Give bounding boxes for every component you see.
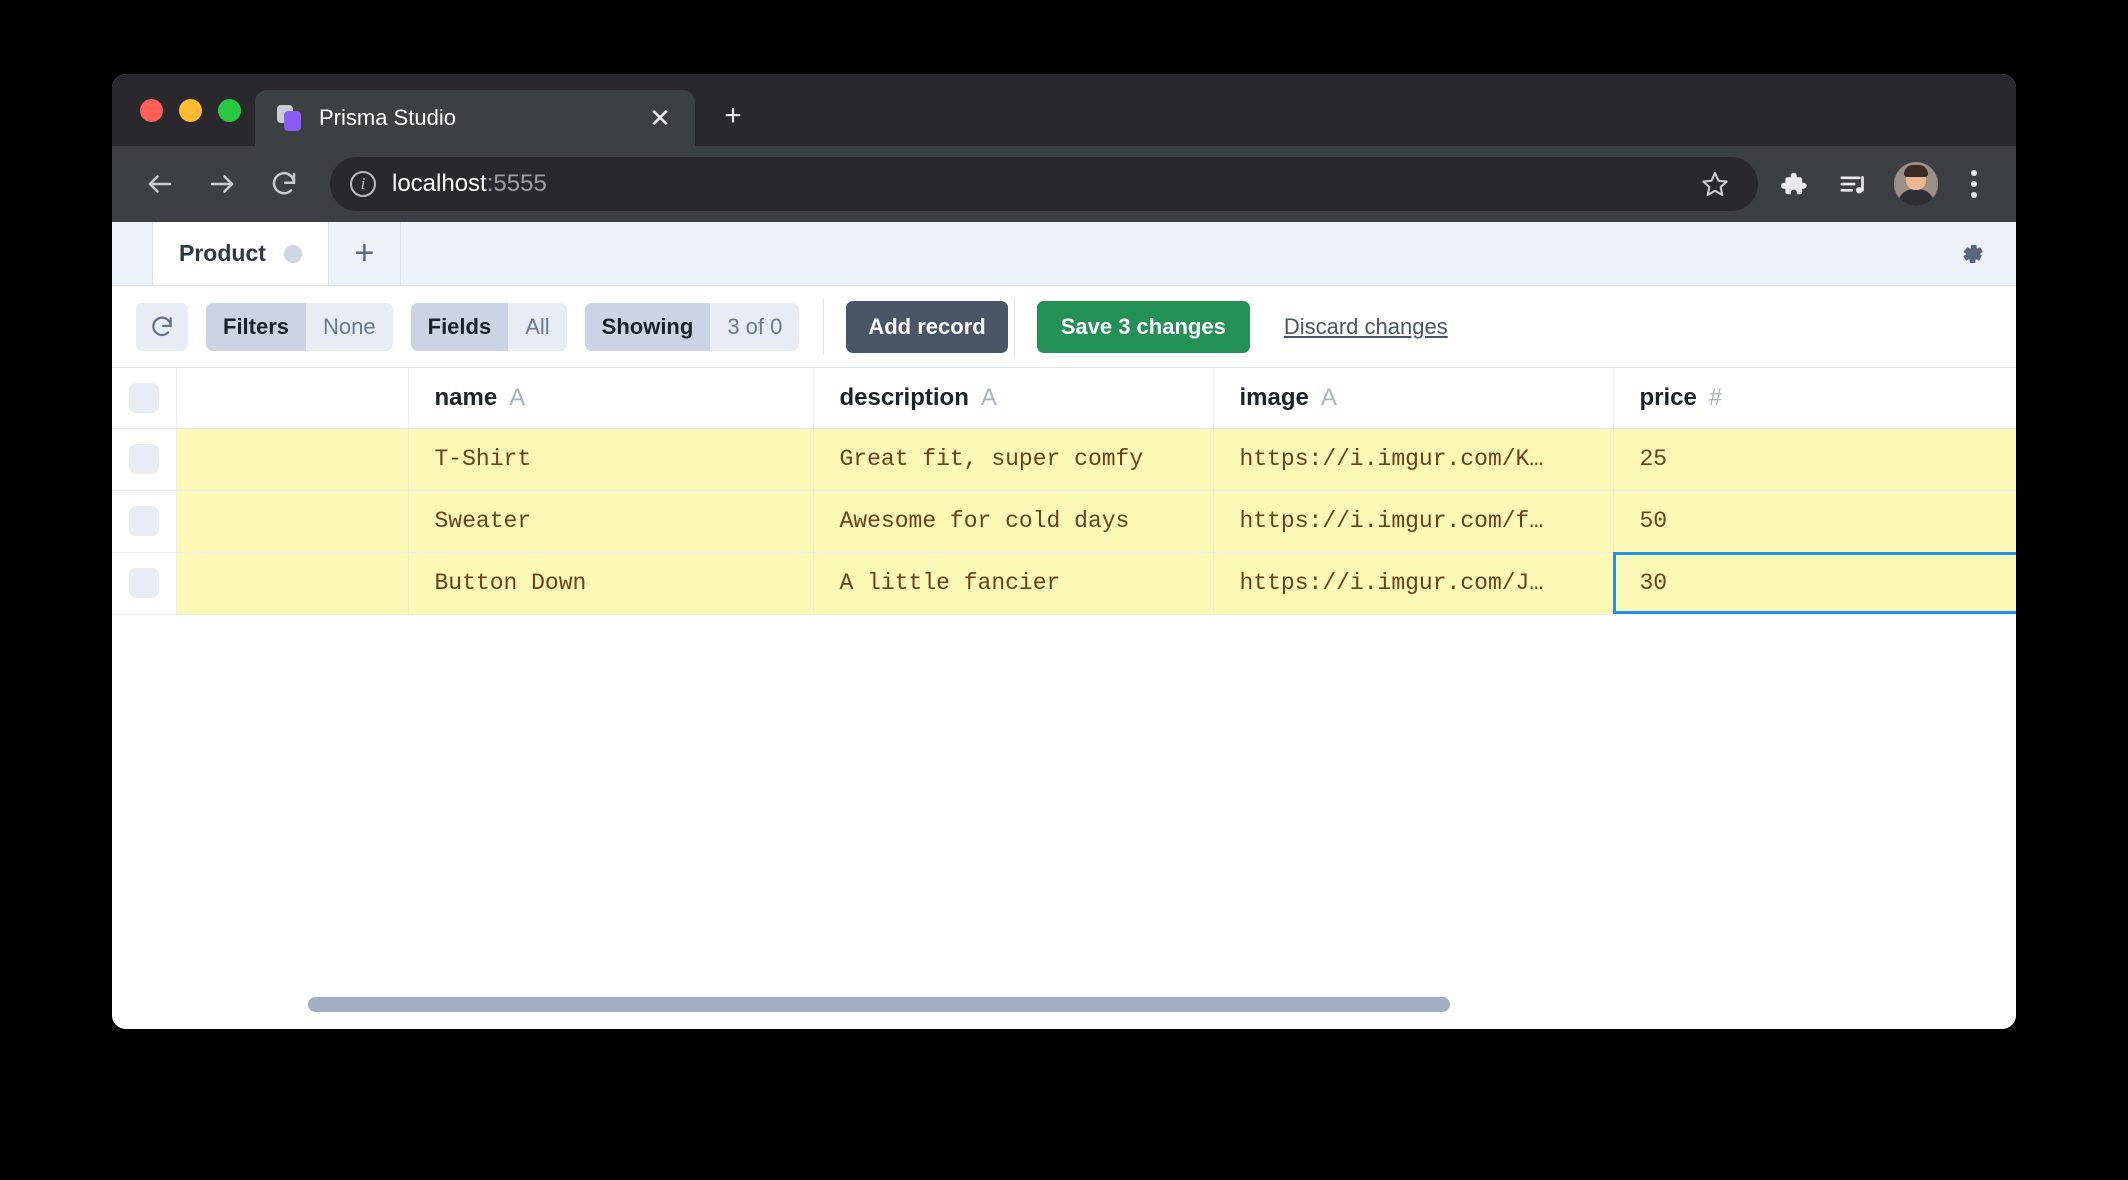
row-checkbox-cell[interactable] (112, 490, 177, 553)
cell-id[interactable] (176, 490, 409, 553)
row-checkbox[interactable] (128, 506, 159, 536)
address-bar-url: localhost:5555 (392, 170, 547, 198)
address-bar[interactable]: i localhost:5555 (330, 157, 1758, 211)
filters-label: Filters (206, 302, 307, 351)
studio-tabbar-spacer (401, 222, 1926, 285)
window-traffic-lights (130, 74, 255, 146)
data-grid-container: name A description A image A price # T-S… (112, 368, 2016, 1029)
back-icon[interactable] (134, 158, 186, 210)
star-icon[interactable] (1692, 161, 1738, 207)
grid-header-description-label: description (839, 383, 969, 411)
grid-header-name[interactable]: name A (408, 368, 814, 429)
row-checkbox[interactable] (128, 444, 159, 474)
row-checkbox-cell[interactable] (112, 428, 177, 491)
studio-tabbar: Product + (112, 222, 2016, 286)
table-row[interactable]: Sweater Awesome for cold days https://i.… (112, 490, 2016, 553)
cell-price[interactable]: 50 (1613, 490, 2016, 553)
showing-value: 3 of 0 (710, 302, 800, 351)
cell-description[interactable]: A little fancier (813, 552, 1214, 615)
new-tab-icon[interactable]: + (709, 92, 757, 140)
grid-header-image-label: image (1239, 383, 1309, 411)
grid-header-image[interactable]: image A (1213, 368, 1614, 429)
studio-tab-product[interactable]: Product (152, 222, 329, 285)
grid-header-id[interactable] (176, 368, 409, 429)
prisma-studio-app: Product + Filters None Fields All Showin… (112, 222, 2016, 1029)
table-row[interactable]: Button Down A little fancier https://i.i… (112, 552, 2016, 615)
toolbar-divider-2 (1013, 298, 1015, 355)
close-window-button[interactable] (140, 98, 163, 122)
url-port: :5555 (486, 170, 547, 197)
maximize-window-button[interactable] (218, 98, 241, 122)
cell-price[interactable]: 25 (1613, 428, 2016, 491)
fields-control[interactable]: Fields All (410, 302, 567, 351)
add-record-button[interactable]: Add record (846, 300, 1008, 353)
cell-name[interactable]: Sweater (408, 490, 814, 553)
site-info-icon[interactable]: i (350, 171, 376, 197)
select-all-checkbox-cell[interactable] (112, 368, 177, 429)
cell-name[interactable]: Button Down (408, 552, 814, 615)
studio-tab-status-dot (283, 244, 302, 263)
cell-name[interactable]: T-Shirt (408, 428, 814, 491)
table-row[interactable]: T-Shirt Great fit, super comfy https://i… (112, 428, 2016, 491)
url-host: localhost (392, 170, 487, 197)
grid-header-image-type: A (1320, 383, 1337, 411)
filters-value: None (306, 302, 393, 351)
fields-value: All (508, 302, 567, 351)
grid-header-price-label: price (1639, 383, 1697, 411)
row-checkbox-cell[interactable] (112, 552, 177, 615)
cell-image[interactable]: https://i.imgur.com/K… (1213, 428, 1614, 491)
showing-label: Showing (584, 302, 711, 351)
forward-icon[interactable] (196, 158, 248, 210)
extensions-puzzle-icon[interactable] (1768, 159, 1818, 209)
horizontal-scrollbar-track[interactable] (112, 997, 2016, 1019)
grid-header-name-label: name (434, 383, 498, 411)
cell-price-selected[interactable]: 30 (1613, 552, 2016, 615)
cell-description[interactable]: Great fit, super comfy (813, 428, 1214, 491)
showing-control[interactable]: Showing 3 of 0 (584, 302, 800, 351)
browser-window: Prisma Studio ✕ + i localhost:5555 Produ… (112, 74, 2016, 1029)
horizontal-scrollbar-thumb[interactable] (308, 997, 1450, 1012)
data-grid: name A description A image A price # T-S… (112, 368, 2016, 615)
discard-changes-link[interactable]: Discard changes (1284, 314, 1448, 340)
studio-action-bar: Filters None Fields All Showing 3 of 0 A… (112, 286, 2016, 368)
grid-header-row: name A description A image A price # (112, 368, 2016, 429)
grid-header-name-type: A (509, 383, 526, 411)
cell-description[interactable]: Awesome for cold days (813, 490, 1214, 553)
close-tab-icon[interactable]: ✕ (643, 101, 677, 135)
browser-nav-toolbar: i localhost:5555 (112, 146, 2016, 222)
refresh-icon[interactable] (136, 302, 188, 351)
grid-header-description[interactable]: description A (813, 368, 1214, 429)
fields-label: Fields (410, 302, 509, 351)
cell-image[interactable]: https://i.imgur.com/f… (1213, 490, 1614, 553)
select-all-checkbox[interactable] (128, 382, 159, 413)
cell-id[interactable] (176, 428, 409, 491)
browser-tabstrip: Prisma Studio ✕ + (112, 74, 2016, 146)
add-studio-tab-icon[interactable]: + (329, 222, 401, 285)
save-changes-button[interactable]: Save 3 changes (1036, 300, 1250, 353)
grid-header-price[interactable]: price # (1613, 368, 2016, 429)
more-menu-icon[interactable] (1954, 159, 1994, 209)
reload-icon[interactable] (258, 158, 310, 210)
cell-id[interactable] (176, 552, 409, 615)
media-playlist-icon[interactable] (1828, 159, 1878, 209)
minimize-window-button[interactable] (179, 98, 202, 122)
gear-icon[interactable] (1926, 222, 2016, 285)
grid-header-description-type: A (980, 383, 997, 411)
profile-avatar[interactable] (1894, 162, 1938, 206)
studio-tab-label: Product (179, 240, 266, 266)
filters-control[interactable]: Filters None (206, 302, 393, 351)
toolbar-divider-1 (823, 298, 825, 355)
cell-image[interactable]: https://i.imgur.com/J… (1213, 552, 1614, 615)
browser-tab-prisma-studio[interactable]: Prisma Studio ✕ (255, 90, 695, 146)
grid-header-price-type: # (1708, 383, 1723, 411)
row-checkbox[interactable] (128, 568, 159, 598)
prisma-studio-favicon (277, 105, 303, 131)
browser-tab-title: Prisma Studio (319, 105, 456, 130)
